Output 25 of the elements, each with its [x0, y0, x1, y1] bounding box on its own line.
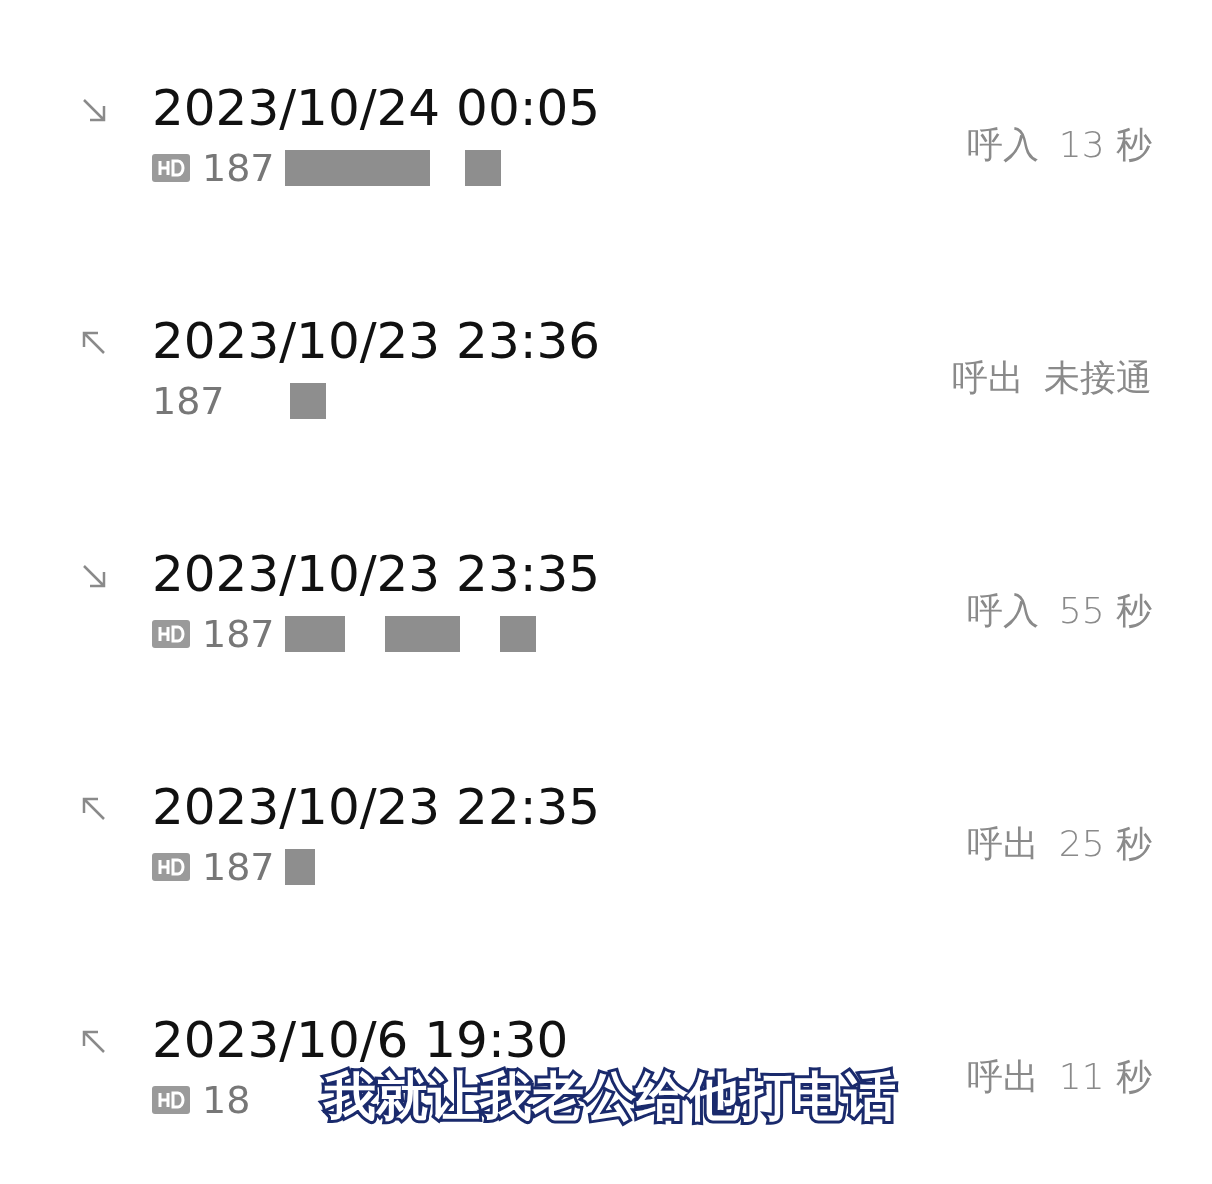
redaction-block [464, 150, 501, 186]
phone-number: 187 [202, 146, 275, 190]
redaction-block [499, 616, 536, 652]
call-time: 2023/10/24 00:05 [152, 78, 602, 138]
redaction-block [284, 616, 345, 652]
call-type: 呼入 [966, 123, 1039, 167]
call-type: 呼入 [966, 589, 1039, 633]
call-type: 呼出 [966, 822, 1039, 866]
phone-number: 187 [152, 379, 225, 423]
redaction-block [284, 150, 355, 186]
call-duration: 55 秒 [1058, 589, 1152, 633]
call-duration: 11 秒 [1058, 1055, 1152, 1099]
phone-number: 187 [202, 845, 275, 889]
call-type: 呼出 [952, 356, 1024, 400]
phone-number: 18 [202, 1078, 251, 1122]
call-time: 2023/10/23 23:35 [152, 544, 602, 604]
call-time: 2023/10/23 23:36 [152, 311, 602, 371]
call-type: 呼出 [966, 1055, 1039, 1099]
redaction-block [284, 849, 315, 885]
call-duration: 13 秒 [1058, 123, 1152, 167]
phone-number: 187 [202, 612, 275, 656]
redaction-block [289, 383, 326, 419]
call-duration: 未接通 [1044, 356, 1152, 400]
call-duration: 25 秒 [1058, 822, 1152, 866]
call-time: 2023/10/23 22:35 [152, 777, 602, 837]
